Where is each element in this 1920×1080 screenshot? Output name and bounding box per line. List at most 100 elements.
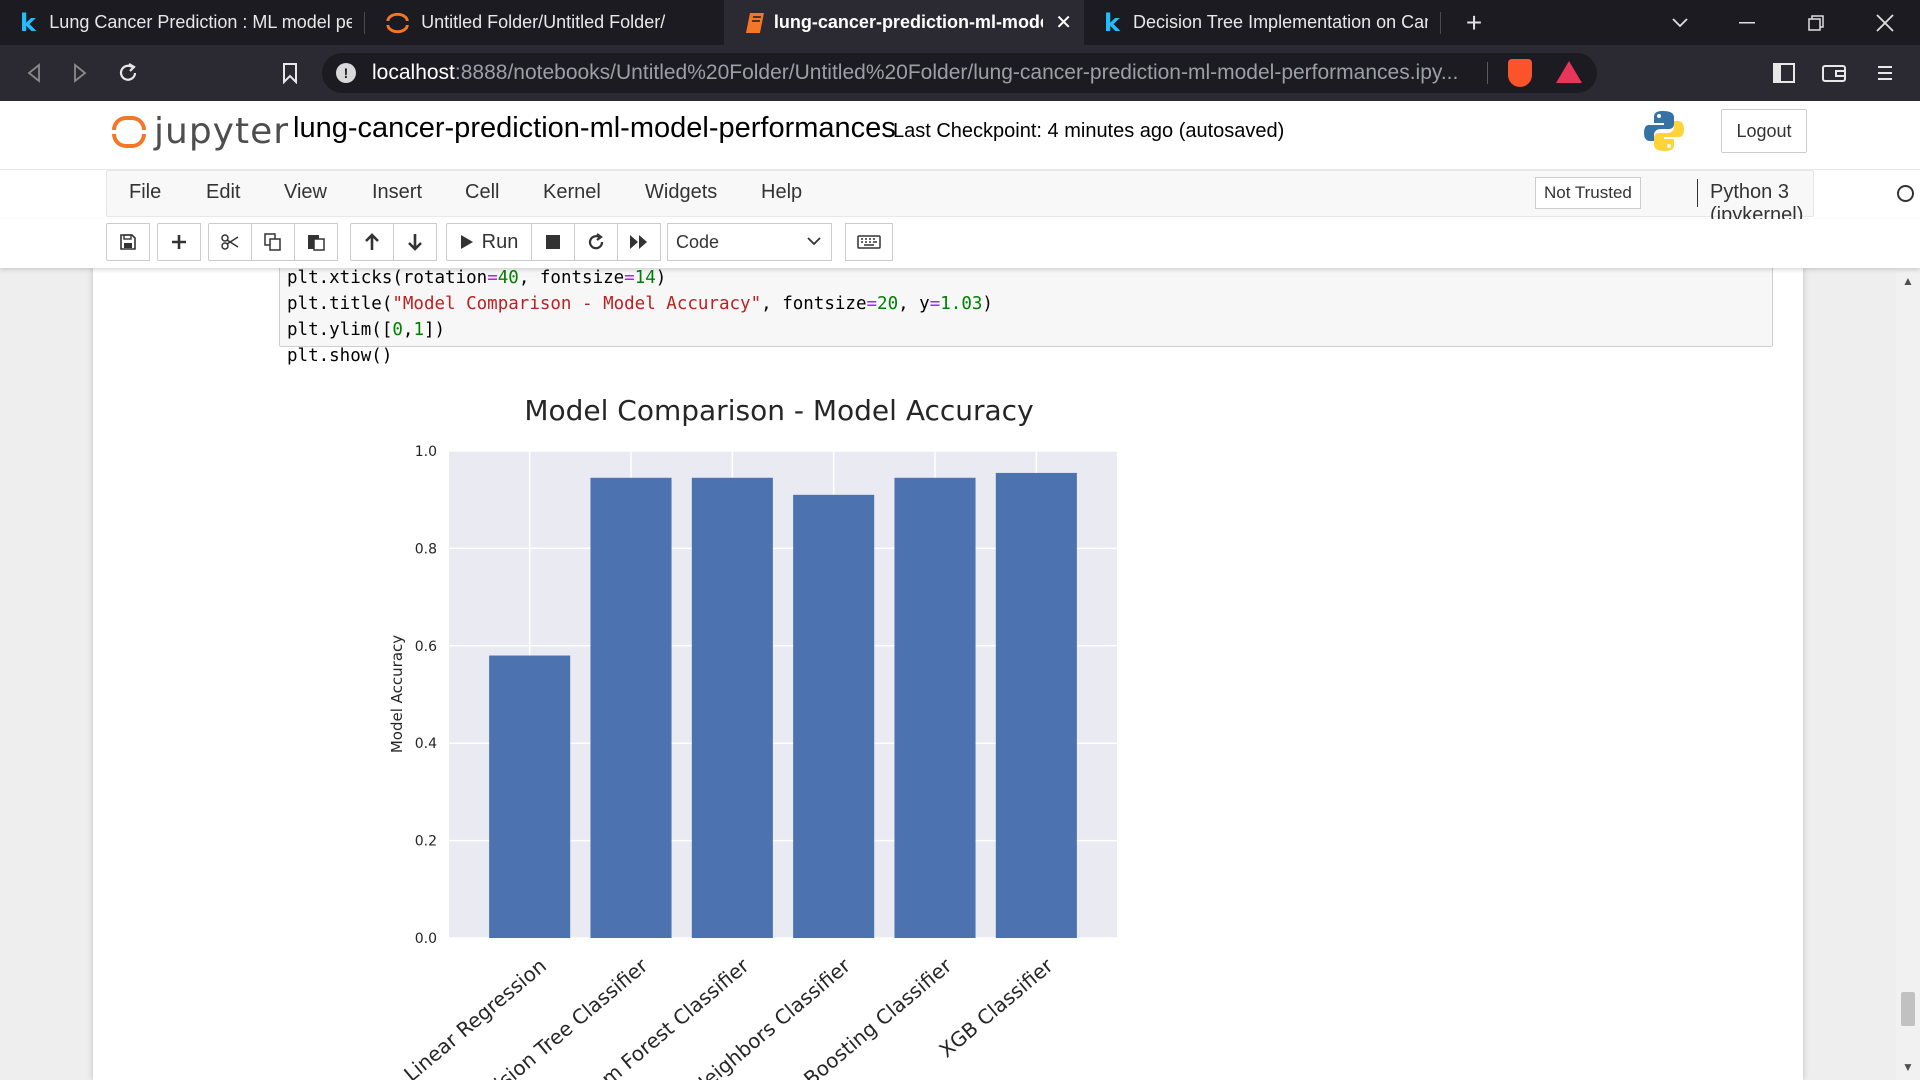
brave-shields-icon[interactable] (1508, 59, 1532, 87)
scroll-up-icon[interactable]: ▲ (1902, 274, 1914, 288)
new-tab-button[interactable]: + (1444, 0, 1504, 45)
browser-tab-lung-cancer-kaggle[interactable]: k Lung Cancer Prediction : ML model pe (0, 0, 364, 45)
save-group (106, 223, 150, 261)
cell-type-value: Code (676, 231, 720, 252)
y-tick-label: 0.2 (415, 834, 437, 850)
cut-button[interactable] (208, 223, 252, 261)
accuracy-bar-chart: Model Comparison - Model Accuracy 0.0 0.2… (388, 394, 1117, 1080)
tab-list-button[interactable] (1650, 0, 1710, 45)
code-cell-input[interactable]: plt.xticks(rotation=40, fontsize=14) plt… (279, 268, 1773, 366)
close-window-button[interactable] (1855, 0, 1915, 45)
browser-tab-notebook-active[interactable]: lung-cancer-prediction-ml-model ✕ (724, 0, 1084, 45)
forward-arrow-icon (74, 63, 87, 83)
menu-insert[interactable]: Insert (372, 181, 422, 204)
checkpoint-status: Last Checkpoint: 4 minutes ago (autosave… (893, 120, 1285, 142)
bookmark-button[interactable] (272, 55, 308, 91)
y-tick-label: 0.8 (415, 541, 437, 557)
url-text[interactable]: localhost:8888/notebooks/Untitled%20Fold… (372, 61, 1482, 85)
y-tick-label: 0.0 (415, 931, 437, 947)
clipboard-group (208, 223, 338, 261)
keyboard-icon (857, 235, 881, 249)
reload-icon (119, 63, 137, 81)
bar (894, 477, 976, 938)
tab-title: Untitled Folder/Untitled Folder/ (421, 12, 666, 32)
code-line: plt.xticks(rotation=40, fontsize=14) (287, 268, 667, 288)
jupyter-logo-icon (112, 112, 146, 152)
y-tick-label: 0.6 (415, 639, 437, 655)
url-host: localhost (372, 61, 455, 84)
jupyter-logo[interactable]: jupyter (112, 111, 289, 152)
x-tick-labels: Linear Regressioncision Tree Classifierd… (399, 953, 1058, 1080)
close-icon (1876, 13, 1894, 32)
menu-widgets[interactable]: Widgets (645, 181, 717, 204)
run-button[interactable]: Run (446, 223, 532, 261)
bar (995, 472, 1077, 938)
logout-button[interactable]: Logout (1721, 109, 1807, 153)
chevron-down-icon (1672, 17, 1688, 27)
notebook-container: plt.xticks(rotation=40, fontsize=14) plt… (93, 268, 1803, 1080)
site-info-icon[interactable]: ! (336, 63, 356, 83)
restart-button[interactable] (574, 223, 618, 261)
tab-title: Decision Tree Implementation on Canc (1133, 12, 1428, 32)
arrow-down-icon (408, 234, 422, 251)
notebook-name[interactable]: lung-cancer-prediction-ml-model-performa… (293, 112, 896, 145)
kaggle-icon: k (1104, 8, 1120, 37)
trust-status-button[interactable]: Not Trusted (1535, 177, 1641, 209)
sidebar-toggle-button[interactable] (1766, 55, 1802, 91)
notebook-toolbar: Run Code (0, 219, 1920, 268)
menubar-container: File Edit View Insert Cell Kernel Widget… (106, 170, 1914, 226)
url-path: :8888/notebooks/Untitled%20Folder/Untitl… (454, 61, 1459, 84)
minimize-icon (1739, 21, 1755, 23)
menu-kernel[interactable]: Kernel (543, 181, 601, 204)
menu-view[interactable]: View (284, 181, 327, 204)
back-button[interactable] (16, 55, 52, 91)
browser-tab-untitled-folder[interactable]: Untitled Folder/Untitled Folder/ (364, 0, 724, 45)
vertical-scrollbar[interactable]: ▲ ▼ (1896, 268, 1920, 1080)
command-palette-button[interactable] (845, 223, 893, 261)
code-line: plt.ylim([0,1]) (287, 320, 446, 340)
save-button[interactable] (106, 223, 150, 261)
copy-icon (264, 233, 281, 251)
interrupt-button[interactable] (531, 223, 575, 261)
move-up-button[interactable] (350, 223, 394, 261)
insert-cell-button[interactable] (157, 223, 201, 261)
insert-group (157, 223, 201, 261)
move-down-button[interactable] (393, 223, 437, 261)
y-tick-labels: 0.0 0.2 0.4 0.6 0.8 1.0 (415, 444, 437, 947)
copy-button[interactable] (251, 223, 295, 261)
y-tick-label: 1.0 (415, 444, 437, 460)
hamburger-menu-icon (1878, 66, 1892, 80)
jupyter-header: jupyter lung-cancer-prediction-ml-model-… (0, 101, 1920, 169)
restore-button[interactable] (1786, 0, 1846, 45)
run-label: Run (481, 230, 519, 253)
address-divider (1487, 62, 1488, 84)
menu-file[interactable]: File (129, 181, 161, 204)
menu-cell[interactable]: Cell (465, 181, 499, 204)
brave-rewards-icon[interactable] (1556, 61, 1582, 83)
run-group: Run (446, 223, 661, 261)
notebook-icon (745, 12, 764, 33)
wallet-button[interactable] (1816, 55, 1852, 91)
close-tab-icon[interactable]: ✕ (1055, 10, 1072, 35)
python-logo-icon (1644, 111, 1684, 151)
chevron-down-icon (807, 230, 821, 257)
browser-tab-decision-tree-kaggle[interactable]: k Decision Tree Implementation on Canc (1084, 0, 1440, 45)
minimize-button[interactable] (1717, 0, 1777, 45)
reload-button[interactable] (110, 55, 146, 91)
arrow-up-icon (365, 233, 379, 250)
scroll-down-icon[interactable]: ▼ (1902, 1060, 1914, 1074)
scrollbar-thumb[interactable] (1901, 992, 1915, 1026)
cell-type-select[interactable]: Code (667, 223, 832, 261)
restart-run-all-button[interactable] (617, 223, 661, 261)
wallet-icon (1822, 65, 1846, 82)
back-arrow-icon (27, 63, 40, 83)
forward-button[interactable] (62, 55, 98, 91)
browser-menu-button[interactable] (1867, 55, 1903, 91)
paste-button[interactable] (294, 223, 338, 261)
plus-icon (172, 235, 186, 249)
menu-edit[interactable]: Edit (206, 181, 240, 204)
y-axis-label: Model Accuracy (388, 635, 406, 753)
menu-help[interactable]: Help (761, 181, 802, 204)
restart-icon (588, 233, 604, 250)
address-bar[interactable]: ! localhost:8888/notebooks/Untitled%20Fo… (322, 53, 1597, 93)
